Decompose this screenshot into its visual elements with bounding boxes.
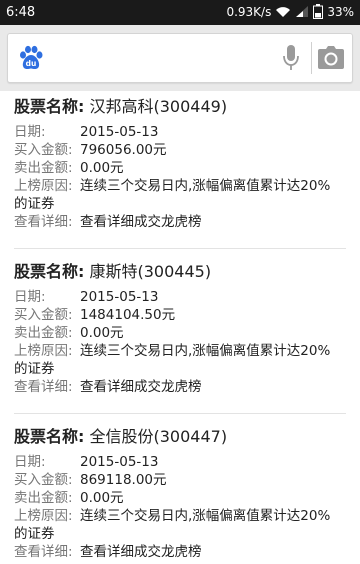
stock-name-value: 汉邦高科(300449): [89, 97, 228, 116]
stock-record[interactable]: 股票名称: 康斯特(300445) 日期: 2015-05-13 买入金额: 148…: [14, 262, 346, 396]
buy-amount-value: 1484104.50元: [80, 307, 176, 323]
buy-amount-row: 买入金额: 796056.00元: [14, 141, 346, 159]
detail-row: 查看详细: 查看详细成交龙虎榜: [14, 213, 346, 231]
reason-value-line1: 连续三个交易日内,涨幅偏离值累计达20%: [80, 343, 331, 359]
stock-record[interactable]: 股票名称: 全信股份(300447) 日期: 2015-05-13 买入金额: 86…: [14, 427, 346, 561]
reason-value-line2: 的证券: [14, 526, 55, 542]
detail-row: 查看详细: 查看详细成交龙虎榜: [14, 543, 346, 561]
reason-value-line2: 的证券: [14, 361, 55, 377]
sell-amount-row: 卖出金额: 0.00元: [14, 489, 346, 507]
detail-link[interactable]: 查看详细成交龙虎榜: [80, 379, 202, 395]
detail-label: 查看详细:: [14, 379, 73, 395]
baidu-logo-icon[interactable]: du: [17, 44, 45, 72]
stock-record[interactable]: 股票名称: 汉邦高科(300449) 日期: 2015-05-13 买入金额: 79…: [14, 97, 346, 231]
detail-link[interactable]: 查看详细成交龙虎榜: [80, 214, 202, 230]
buy-amount-label: 买入金额:: [14, 142, 73, 158]
sell-amount-value: 0.00元: [80, 490, 124, 506]
date-row: 日期: 2015-05-13: [14, 453, 346, 471]
reason-value-line1: 连续三个交易日内,涨幅偏离值累计达20%: [80, 508, 331, 524]
date-label: 日期:: [14, 124, 46, 140]
wifi-icon: [275, 5, 291, 18]
stock-name-label: 股票名称:: [14, 427, 85, 446]
record-divider: [14, 248, 346, 249]
search-input[interactable]: du: [7, 33, 353, 83]
stock-name-value: 全信股份(300447): [89, 427, 228, 446]
buy-amount-label: 买入金额:: [14, 472, 73, 488]
detail-row: 查看详细: 查看详细成交龙虎榜: [14, 378, 346, 396]
battery-icon: [313, 4, 324, 19]
status-indicators: 0.93K/s 33%: [226, 4, 354, 19]
date-row: 日期: 2015-05-13: [14, 123, 346, 141]
network-speed: 0.93K/s: [226, 4, 272, 19]
record-divider: [14, 413, 346, 414]
buy-amount-row: 买入金额: 869118.00元: [14, 471, 346, 489]
stock-name-label: 股票名称:: [14, 97, 85, 116]
date-value: 2015-05-13: [80, 289, 159, 305]
reason-label: 上榜原因:: [14, 178, 73, 194]
status-time: 6:48: [6, 5, 36, 20]
detail-label: 查看详细:: [14, 544, 73, 560]
detail-link[interactable]: 查看详细成交龙虎榜: [80, 544, 202, 560]
microphone-icon[interactable]: [280, 44, 302, 72]
buy-amount-value: 796056.00元: [80, 142, 167, 158]
signal-icon: [295, 5, 309, 18]
sell-amount-row: 卖出金额: 0.00元: [14, 159, 346, 177]
battery-percent: 33%: [327, 4, 354, 19]
search-area: du: [0, 25, 360, 91]
reason-value-line1: 连续三个交易日内,涨幅偏离值累计达20%: [80, 178, 331, 194]
camera-icon[interactable]: [317, 45, 345, 71]
svg-text:du: du: [26, 59, 37, 68]
reason-label: 上榜原因:: [14, 343, 73, 359]
buy-amount-row: 买入金额: 1484104.50元: [14, 306, 346, 324]
reason-label: 上榜原因:: [14, 508, 73, 524]
buy-amount-label: 买入金额:: [14, 307, 73, 323]
reason-row: 上榜原因: 连续三个交易日内,涨幅偏离值累计达20% 的证券: [14, 342, 346, 378]
reason-value-line2: 的证券: [14, 196, 55, 212]
stock-name-value: 康斯特(300445): [89, 262, 212, 281]
date-value: 2015-05-13: [80, 124, 159, 140]
sell-amount-value: 0.00元: [80, 325, 124, 341]
date-label: 日期:: [14, 289, 46, 305]
buy-amount-value: 869118.00元: [80, 472, 167, 488]
stock-name-label: 股票名称:: [14, 262, 85, 281]
sell-amount-label: 卖出金额:: [14, 325, 73, 341]
stock-name-row: 股票名称: 康斯特(300445): [14, 262, 346, 284]
date-value: 2015-05-13: [80, 454, 159, 470]
sell-amount-row: 卖出金额: 0.00元: [14, 324, 346, 342]
detail-label: 查看详细:: [14, 214, 73, 230]
status-bar: 6:48 0.93K/s 33%: [0, 0, 360, 25]
search-divider: [311, 42, 312, 74]
reason-row: 上榜原因: 连续三个交易日内,涨幅偏离值累计达20% 的证券: [14, 507, 346, 543]
sell-amount-label: 卖出金额:: [14, 490, 73, 506]
sell-amount-value: 0.00元: [80, 160, 124, 176]
date-label: 日期:: [14, 454, 46, 470]
date-row: 日期: 2015-05-13: [14, 288, 346, 306]
stock-name-row: 股票名称: 汉邦高科(300449): [14, 97, 346, 119]
reason-row: 上榜原因: 连续三个交易日内,涨幅偏离值累计达20% 的证券: [14, 177, 346, 213]
stock-name-row: 股票名称: 全信股份(300447): [14, 427, 346, 449]
sell-amount-label: 卖出金额:: [14, 160, 73, 176]
